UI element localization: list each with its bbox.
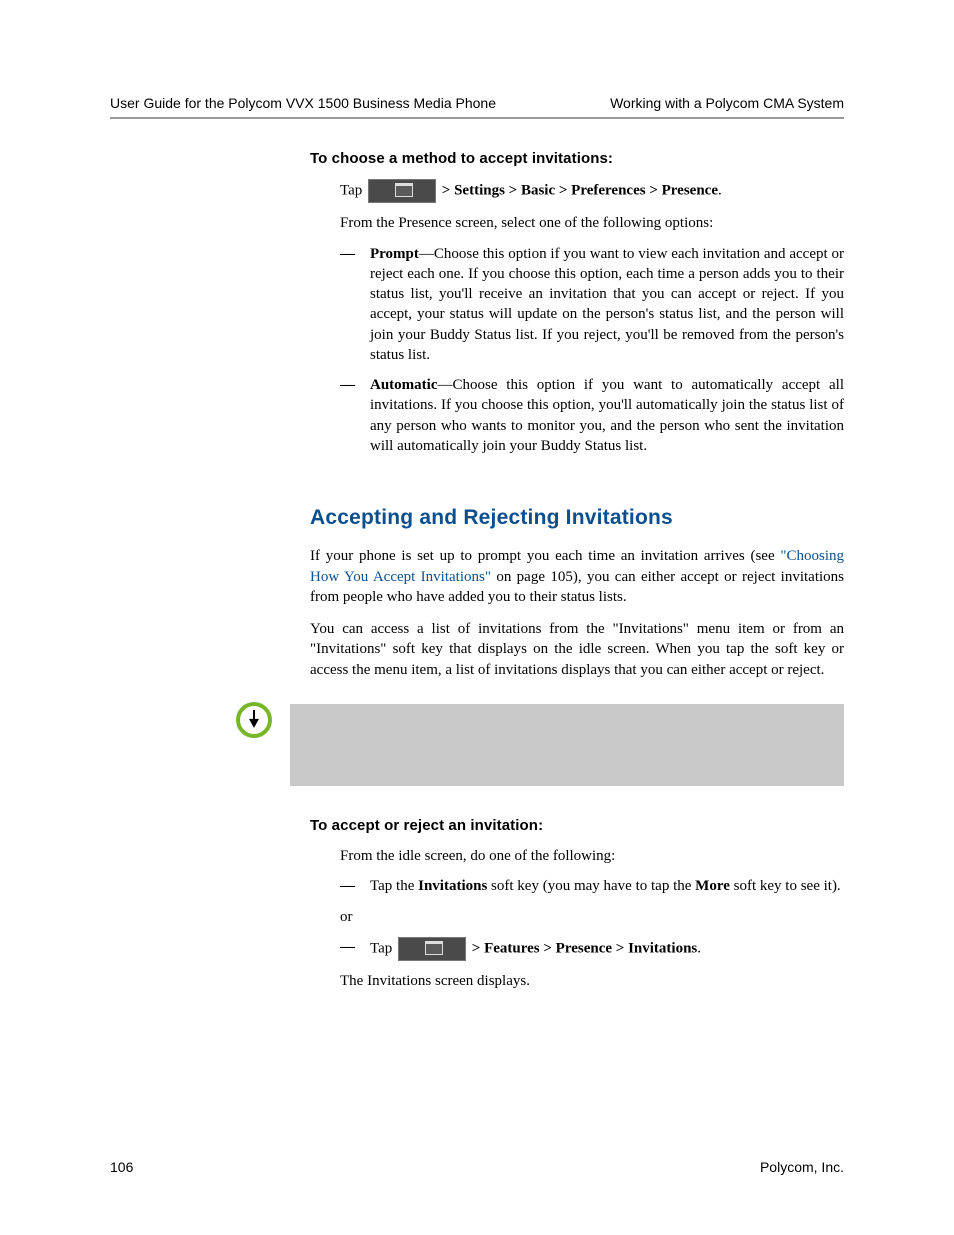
menu-button-icon: [398, 937, 466, 961]
b1b: Invitations: [418, 878, 487, 894]
b1d: More: [695, 878, 730, 894]
period: .: [697, 940, 701, 956]
note-arrow-icon: [236, 702, 272, 738]
list-item: — Prompt—Choose this option if you want …: [340, 244, 844, 366]
menu-button-icon: [368, 179, 436, 203]
procedure-title-2: To accept or reject an invitation:: [310, 816, 844, 836]
option-name: Prompt: [370, 246, 419, 262]
closing-line: The Invitations screen displays.: [340, 971, 844, 991]
paragraph: You can access a list of invitations fro…: [310, 619, 844, 680]
header-right: Working with a Polycom CMA System: [610, 95, 844, 111]
b1a: Tap the: [370, 878, 418, 894]
tap-instruction-1: Tap > Settings > Basic > Preferences > P…: [340, 179, 844, 203]
dash-bullet: —: [340, 375, 355, 395]
nav-path: > Settings > Basic > Preferences > Prese…: [442, 183, 718, 199]
p1-part-a: If your phone is set up to prompt you ea…: [310, 548, 780, 564]
b1e: soft key to see it).: [730, 878, 841, 894]
presence-instruction: From the Presence screen, select one of …: [340, 213, 844, 233]
period: .: [718, 183, 722, 199]
b1c: soft key (you may have to tap the: [487, 878, 695, 894]
tap-prefix: Tap: [370, 940, 396, 956]
option-text: —Choose this option if you want to view …: [370, 246, 844, 363]
option-name: Automatic: [370, 377, 438, 393]
or-separator: or: [340, 907, 844, 927]
option-text: —Choose this option if you want to autom…: [370, 377, 844, 454]
instruction-line: From the idle screen, do one of the foll…: [340, 846, 844, 866]
dash-bullet: —: [340, 937, 355, 957]
main-content: To choose a method to accept invitations…: [310, 149, 844, 991]
tap-prefix: Tap: [340, 183, 366, 199]
dash-bullet: —: [340, 244, 355, 264]
company-name: Polycom, Inc.: [760, 1159, 844, 1175]
page: User Guide for the Polycom VVX 1500 Busi…: [0, 0, 954, 1235]
page-number: 106: [110, 1159, 133, 1175]
note-block: [260, 704, 844, 786]
paragraph: If your phone is set up to prompt you ea…: [310, 546, 844, 607]
dash-bullet: —: [340, 876, 355, 896]
header-left: User Guide for the Polycom VVX 1500 Busi…: [110, 95, 496, 111]
procedure-title-1: To choose a method to accept invitations…: [310, 149, 844, 169]
nav-path: > Features > Presence > Invitations: [472, 940, 697, 956]
list-item: — Tap the Invitations soft key (you may …: [340, 876, 844, 896]
list-item: — Automatic—Choose this option if you wa…: [340, 375, 844, 456]
note-body: [290, 704, 844, 786]
list-item: — Tap > Features > Presence > Invitation…: [340, 937, 844, 961]
running-header: User Guide for the Polycom VVX 1500 Busi…: [110, 95, 844, 117]
header-rule: [110, 117, 844, 119]
section-heading: Accepting and Rejecting Invitations: [310, 504, 844, 532]
footer: 106 Polycom, Inc.: [110, 1159, 844, 1175]
